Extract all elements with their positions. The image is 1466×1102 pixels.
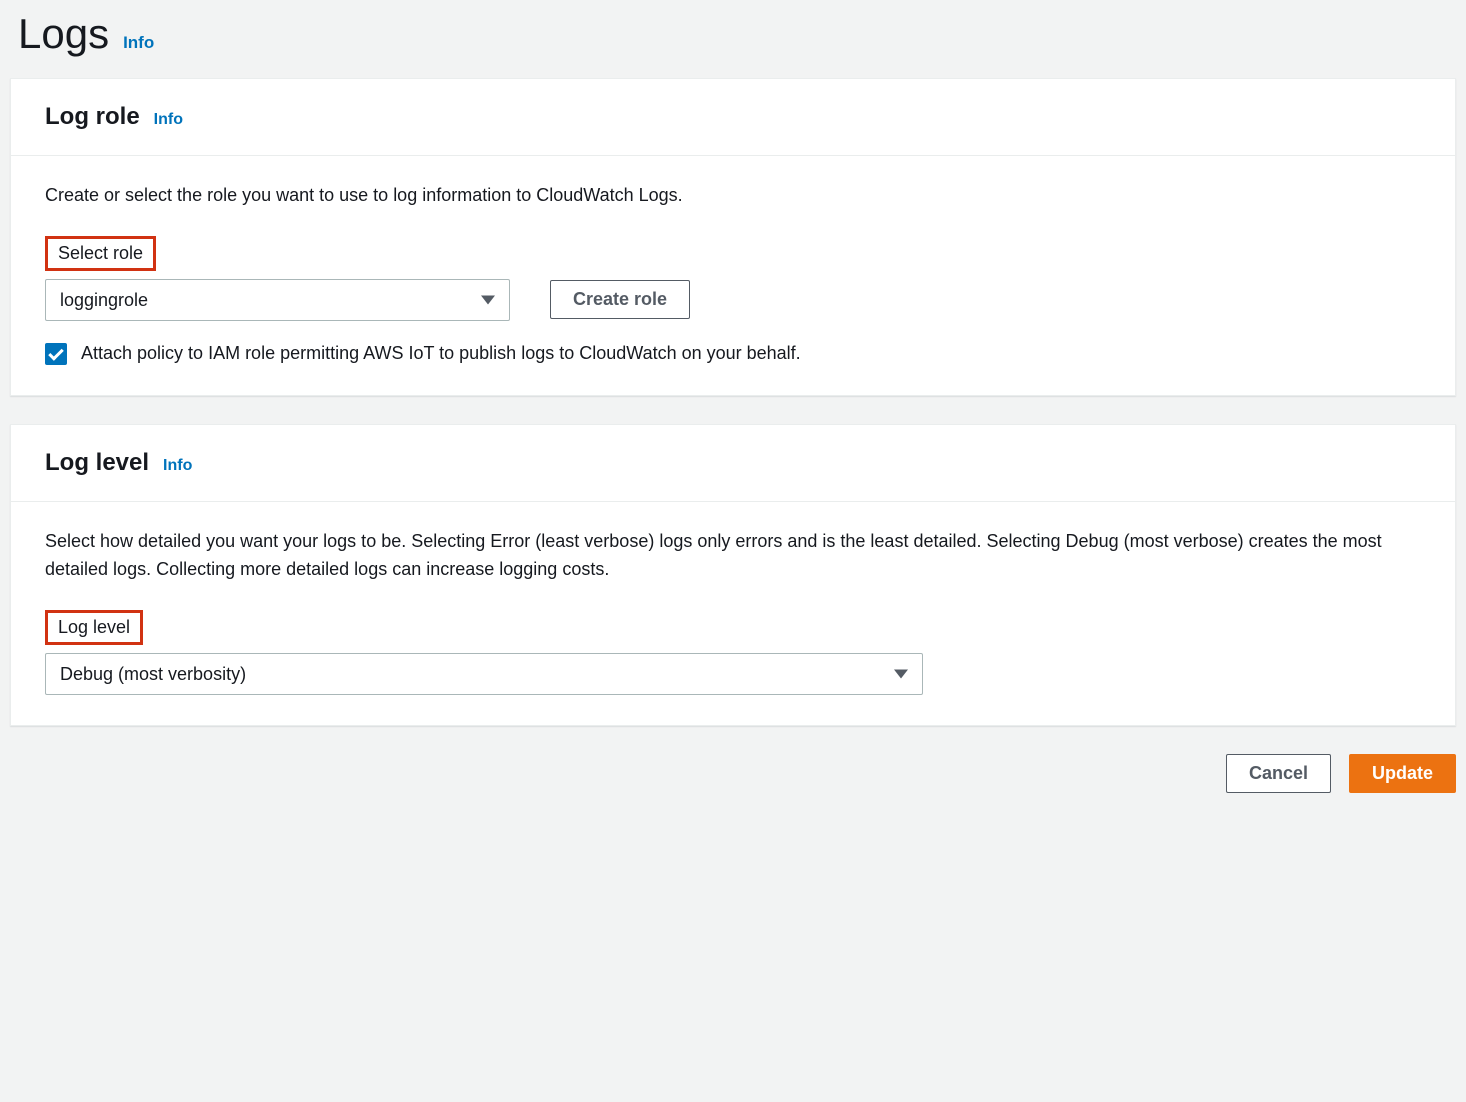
log-level-label-highlight: Log level bbox=[45, 610, 143, 645]
cancel-button[interactable]: Cancel bbox=[1226, 754, 1331, 793]
page-title: Logs bbox=[18, 10, 109, 58]
log-level-panel-body: Select how detailed you want your logs t… bbox=[11, 502, 1455, 725]
attach-policy-checkbox[interactable] bbox=[45, 343, 67, 365]
update-button[interactable]: Update bbox=[1349, 754, 1456, 793]
log-role-info-link[interactable]: Info bbox=[154, 111, 183, 129]
log-level-title: Log level bbox=[45, 449, 149, 477]
attach-policy-label: Attach policy to IAM role permitting AWS… bbox=[81, 343, 801, 364]
log-role-panel-header: Log role Info bbox=[11, 79, 1455, 156]
log-role-panel: Log role Info Create or select the role … bbox=[10, 78, 1456, 396]
attach-policy-row: Attach policy to IAM role permitting AWS… bbox=[45, 343, 1421, 365]
page-info-link[interactable]: Info bbox=[123, 33, 154, 53]
log-level-select-wrapper: Debug (most verbosity) bbox=[45, 653, 923, 695]
log-role-description: Create or select the role you want to us… bbox=[45, 182, 1421, 210]
select-role-label-highlight: Select role bbox=[45, 236, 156, 271]
select-role-wrapper: loggingrole bbox=[45, 279, 510, 321]
log-role-panel-body: Create or select the role you want to us… bbox=[11, 156, 1455, 395]
page-header: Logs Info bbox=[0, 0, 1466, 78]
log-level-panel: Log level Info Select how detailed you w… bbox=[10, 424, 1456, 726]
select-role-label: Select role bbox=[58, 243, 143, 264]
log-level-info-link[interactable]: Info bbox=[163, 457, 192, 475]
actions-row: Cancel Update bbox=[0, 754, 1466, 813]
log-level-panel-header: Log level Info bbox=[11, 425, 1455, 502]
create-role-button[interactable]: Create role bbox=[550, 280, 690, 319]
log-role-title: Log role bbox=[45, 103, 140, 131]
select-role-dropdown[interactable]: loggingrole bbox=[45, 279, 510, 321]
log-level-label: Log level bbox=[58, 617, 130, 638]
select-role-row: loggingrole Create role bbox=[45, 279, 1421, 321]
log-level-description: Select how detailed you want your logs t… bbox=[45, 528, 1421, 584]
log-level-dropdown[interactable]: Debug (most verbosity) bbox=[45, 653, 923, 695]
